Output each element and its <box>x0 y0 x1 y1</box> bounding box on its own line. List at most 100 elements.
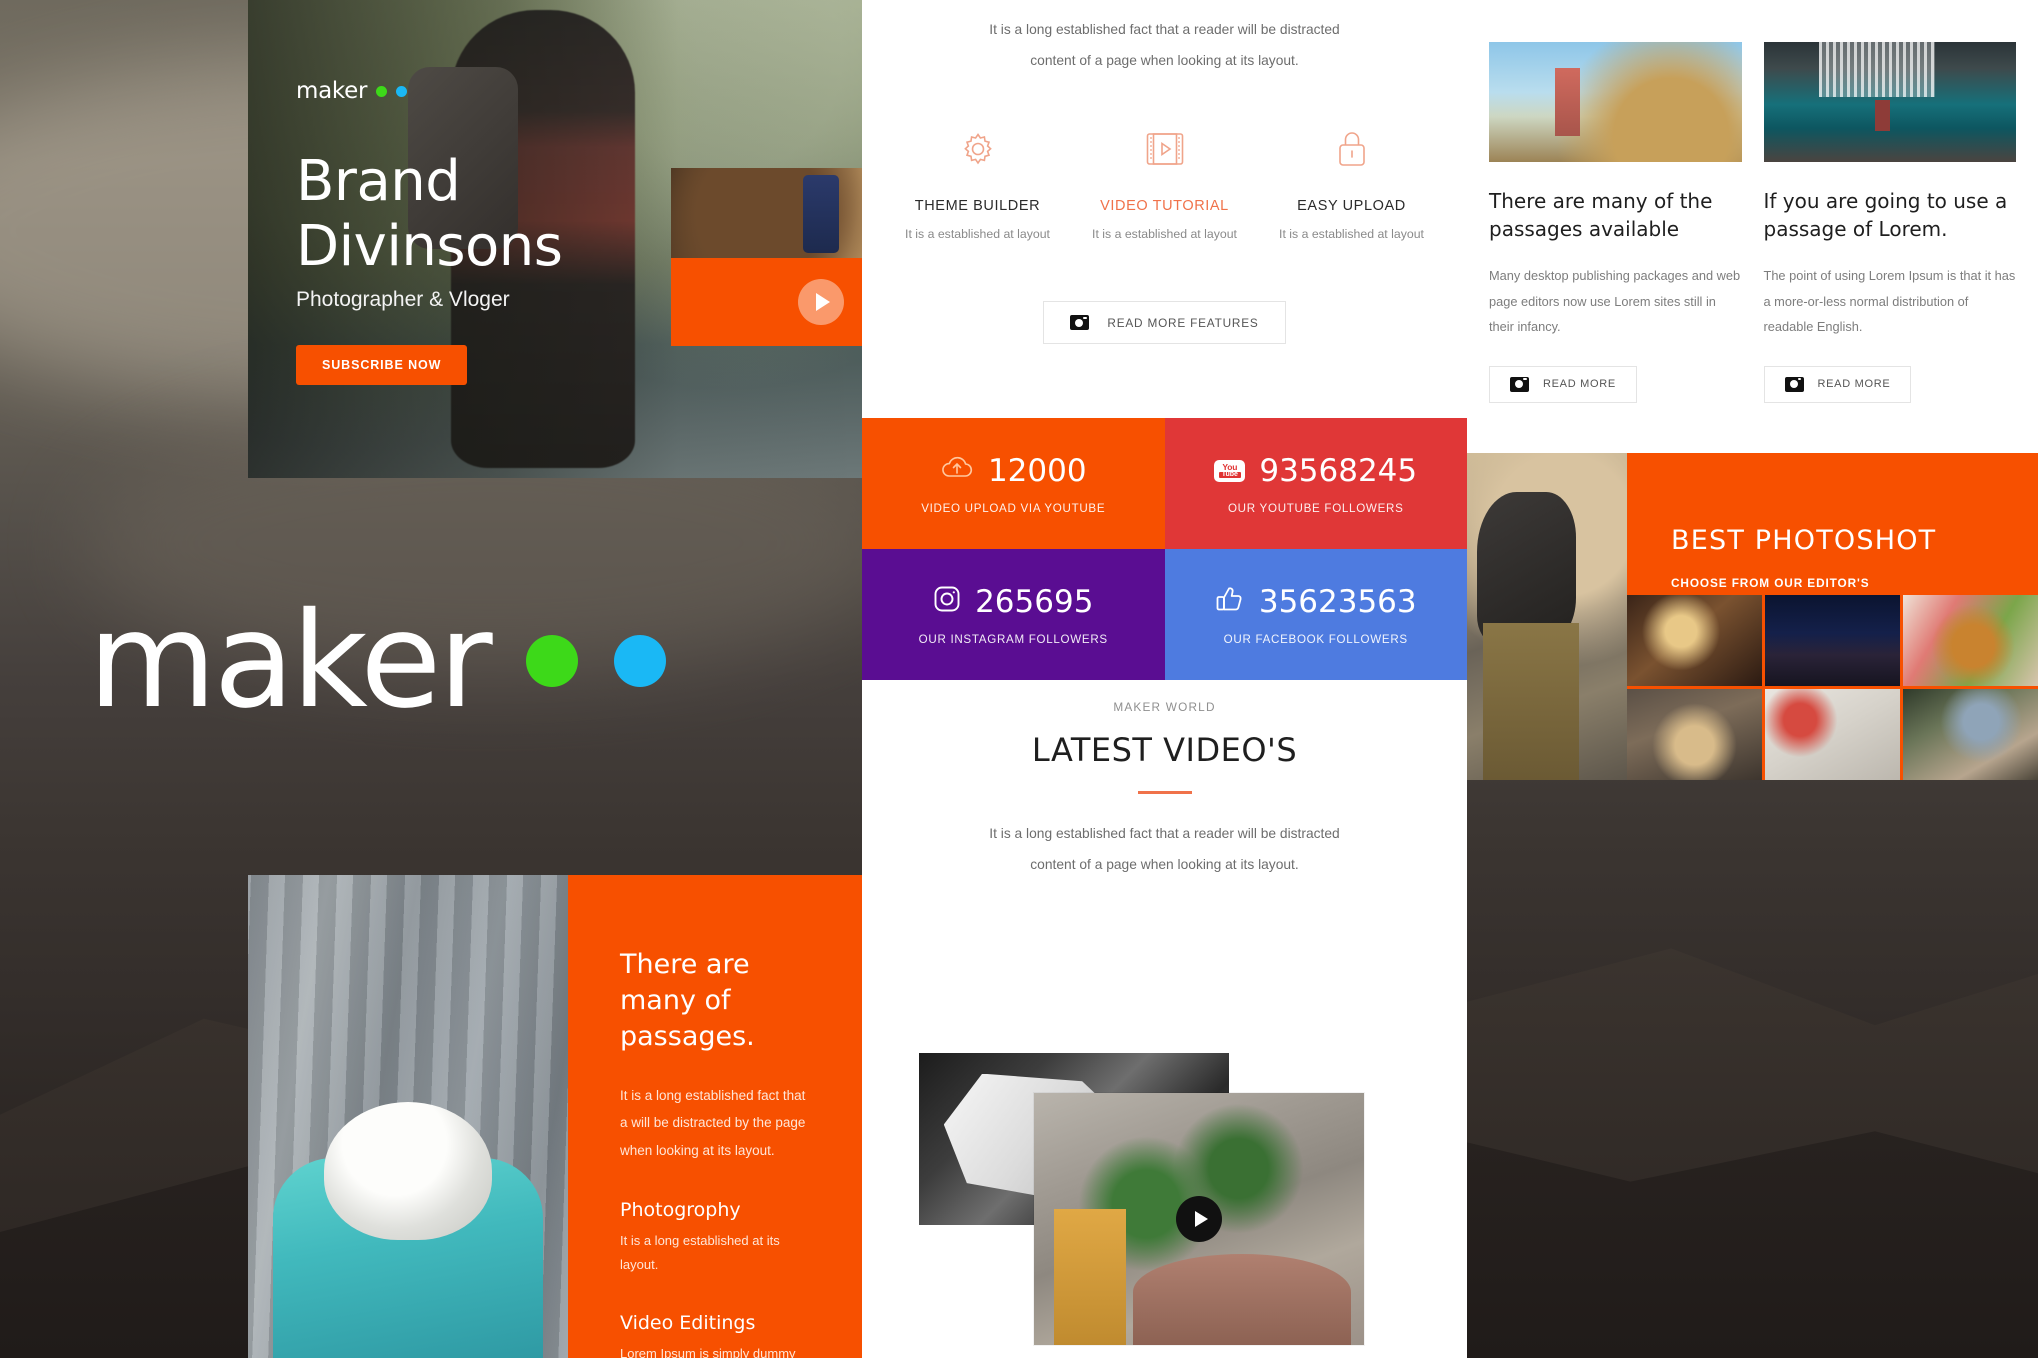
feature-desc: It is a established at layout <box>905 227 1050 242</box>
brand-dot-green <box>376 85 388 97</box>
brand-dot-green <box>525 635 578 687</box>
stat-label: OUR YOUTUBE FOLLOWERS <box>1227 501 1404 515</box>
instagram-icon <box>933 585 961 618</box>
feature-title: VIDEO TUTORIAL <box>1100 198 1229 215</box>
split-panel-section-desc-2: Lorem Ipsum is simply dummy text. <box>620 1345 796 1358</box>
read-more-features-button[interactable]: READ MORE FEATURES <box>1043 301 1286 345</box>
blog-read-more-button[interactable]: READ MORE <box>1763 365 1912 403</box>
brand-watermark-text: maker <box>88 584 493 738</box>
hero-title-line-1: Brand <box>296 149 461 214</box>
brand-watermark-logo: maker <box>88 595 666 727</box>
gear-icon <box>884 122 1071 176</box>
blog-card-excerpt: Many desktop publishing packages and web… <box>1489 268 1741 335</box>
best-photoshot-subheading: CHOOSE FROM OUR EDITOR'S <box>1671 576 1870 590</box>
stats-grid: 12000 VIDEO UPLOAD VIA YOUTUBE You Tube 9… <box>862 418 1467 680</box>
main-content-column: It is a long established fact that a rea… <box>862 0 1467 1358</box>
best-photoshot-heading: BEST PHOTOSHOT <box>1671 525 1937 556</box>
video-thumbnails <box>862 1040 1467 1358</box>
hero-video-play-panel[interactable] <box>671 258 862 346</box>
latest-videos-eyebrow: MAKER WORLD <box>1113 700 1216 714</box>
split-panel-heading: There are many of passages. <box>620 949 755 1053</box>
feature-video-tutorial[interactable]: VIDEO TUTORIAL It is a established at la… <box>1071 122 1258 241</box>
brand-dot-blue <box>396 85 408 97</box>
stat-value: 265695 <box>975 583 1094 620</box>
youtube-icon: You Tube <box>1214 459 1246 482</box>
stat-value: 35623563 <box>1258 583 1417 620</box>
thumbs-up-icon <box>1215 585 1245 618</box>
stat-label: OUR FACEBOOK FOLLOWERS <box>1223 632 1408 646</box>
gallery-thumbnail[interactable] <box>1903 595 2038 686</box>
hero-subtitle: Photographer & Vloger <box>296 288 510 311</box>
lock-icon <box>1258 122 1445 176</box>
person-hat-shape <box>324 1102 492 1240</box>
features-lead-line-1: It is a long established fact that a rea… <box>989 22 1340 37</box>
gallery-thumbnail[interactable] <box>1765 595 1900 686</box>
blog-card-title: There are many of the passages available <box>1489 189 1713 241</box>
blog-read-more-label: READ MORE <box>1817 378 1891 391</box>
blog-cards-row: There are many of the passages available… <box>1467 0 2038 403</box>
gallery-thumbnail[interactable] <box>1627 689 1762 780</box>
stat-value: 12000 <box>987 452 1087 489</box>
camera-icon <box>1070 315 1090 331</box>
gallery-thumbnail[interactable] <box>1627 595 1762 686</box>
blog-cards-section: There are many of the passages available… <box>1467 0 2038 453</box>
feature-title: THEME BUILDER <box>914 198 1041 215</box>
stat-video-upload: 12000 VIDEO UPLOAD VIA YOUTUBE <box>862 418 1165 549</box>
camera-icon <box>1784 376 1804 392</box>
feature-theme-builder[interactable]: THEME BUILDER It is a established at lay… <box>884 122 1071 241</box>
subscribe-now-button[interactable]: SUBSCRIBE NOW <box>296 345 468 385</box>
split-feature-panel: There are many of passages. It is a long… <box>248 875 862 1358</box>
latest-videos-paragraph: It is a long established fact that a rea… <box>862 818 1467 880</box>
heading-divider <box>1137 791 1192 794</box>
hero-section: maker Brand Divinsons Photographer & Vlo… <box>248 0 862 478</box>
best-photoshot-section: BEST PHOTOSHOT CHOOSE FROM OUR EDITOR'S <box>1467 453 2038 780</box>
cloud-upload-icon <box>940 455 974 486</box>
gallery-thumbnail[interactable] <box>1765 689 1900 780</box>
stat-youtube-followers: You Tube 93568245 OUR YOUTUBE FOLLOWERS <box>1164 418 1467 549</box>
hero-thumbnail-image <box>671 168 862 258</box>
video-thumbnail-aerial[interactable] <box>1034 1093 1364 1345</box>
blog-card: If you are going to use a passage of Lor… <box>1763 42 2016 403</box>
brand-dot-blue <box>613 635 666 687</box>
split-panel-section-title-1: Photogrophy <box>620 1198 741 1221</box>
hero-logo: maker <box>296 78 408 104</box>
features-lead-text: It is a long established fact that a rea… <box>862 0 1467 76</box>
gallery-thumbnail[interactable] <box>1903 689 2038 780</box>
stat-value: 93568245 <box>1259 452 1418 489</box>
split-panel-photo <box>248 875 568 1358</box>
feature-easy-upload[interactable]: EASY UPLOAD It is a established at layou… <box>1258 122 1445 241</box>
blog-card-image[interactable] <box>1763 42 2016 162</box>
blog-card: There are many of the passages available… <box>1489 42 1742 403</box>
features-lead-line-2: content of a page when looking at its la… <box>1030 53 1299 69</box>
camera-icon <box>1510 376 1529 392</box>
film-icon <box>1071 122 1258 176</box>
play-icon[interactable] <box>798 279 844 325</box>
split-panel-section-desc-1: It is a long established at its layout. <box>620 1232 780 1273</box>
hero-logo-text: maker <box>296 78 368 104</box>
latest-videos-para-line-1: It is a long established fact that a rea… <box>989 825 1340 841</box>
play-icon[interactable] <box>1176 1196 1222 1242</box>
blog-read-more-label: READ MORE <box>1543 378 1616 391</box>
feature-desc: It is a established at layout <box>1279 227 1424 242</box>
blog-card-image[interactable] <box>1489 42 1742 162</box>
split-panel-text: There are many of passages. It is a long… <box>568 875 862 1358</box>
right-content-column: There are many of the passages available… <box>1467 0 2038 1358</box>
latest-videos-heading: LATEST VIDEO'S <box>1031 731 1298 769</box>
read-more-features-label: READ MORE FEATURES <box>1107 315 1259 330</box>
feature-title: EASY UPLOAD <box>1297 198 1406 215</box>
latest-videos-para-line-2: content of a page when looking at its la… <box>1030 856 1299 872</box>
blog-card-excerpt: The point of using Lorem Ipsum is that i… <box>1763 268 2016 335</box>
blog-read-more-button[interactable]: READ MORE <box>1489 365 1637 403</box>
features-row: THEME BUILDER It is a established at lay… <box>862 122 1467 241</box>
stat-label: VIDEO UPLOAD VIA YOUTUBE <box>921 501 1106 515</box>
latest-videos-section: MAKER WORLD LATEST VIDEO'S It is a long … <box>862 700 1467 880</box>
hero-title: Brand Divinsons <box>296 149 563 280</box>
stat-label: OUR INSTAGRAM FOLLOWERS <box>918 632 1108 646</box>
hero-title-line-2: Divinsons <box>296 213 563 279</box>
feature-desc: It is a established at layout <box>1092 227 1237 242</box>
stat-facebook-followers: 35623563 OUR FACEBOOK FOLLOWERS <box>1164 549 1467 680</box>
stat-instagram-followers: 265695 OUR INSTAGRAM FOLLOWERS <box>862 549 1165 680</box>
split-panel-section-title-2: Video Editings <box>620 1311 756 1334</box>
photo-gallery-grid <box>1627 595 2038 780</box>
climber-photo <box>1467 453 1627 780</box>
